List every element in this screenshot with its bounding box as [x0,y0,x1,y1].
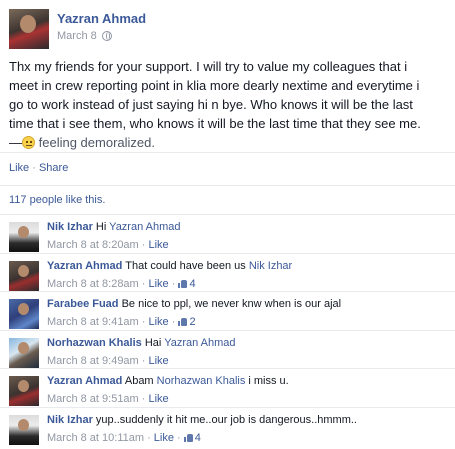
comment-like-button[interactable]: Like [149,278,169,290]
commenter-avatar[interactable] [9,376,39,407]
thumbs-up-icon [178,317,188,327]
comment-like-button[interactable]: Like [149,239,169,251]
comment-like-count[interactable]: 4 [183,431,201,444]
comment-text: yup..suddenly it hit me..our job is dang… [95,413,357,426]
meta-separator: · [168,277,179,290]
comment-text: Hi [95,221,107,233]
commenter-name[interactable]: Yazran Ahmad [47,375,122,387]
comment-timestamp[interactable]: March 8 at 10:11am [47,432,144,444]
comment-text: That could have been us [125,259,246,272]
likes-summary-link[interactable]: 117 people like this. [9,194,105,206]
post-date[interactable]: March 8 [57,30,97,42]
feeling-line: — feeling demoralized. [9,133,449,152]
globe-icon[interactable] [101,31,112,41]
comment-timestamp[interactable]: March 8 at 9:51am [47,393,139,405]
thumbs-up-icon [178,279,188,288]
comment-item: Nik Izhar yup..suddenly it hit me..our j… [0,406,455,446]
comment-like-count[interactable]: 2 [178,316,196,329]
comment-mention[interactable]: Nik Izhar [249,260,292,272]
like-button[interactable]: Like [9,162,29,174]
like-count-value: 4 [194,431,201,444]
comment-mention[interactable]: Norhazwan Khalis [157,375,246,387]
comment-item: Norhazwan Khalis Hai Yazran Ahmad March … [0,329,455,369]
commenter-name[interactable]: Nik Izhar [47,221,93,233]
comment-meta: March 8 at 9:51am · Like [47,392,447,406]
post-author-name[interactable]: Yazran Ahmad [57,11,146,26]
comment-body: Farabee Fuad Be nice to ppl, we never kn… [47,297,447,329]
action-separator: · [29,162,39,174]
post-text-line: go to work instead of just saying hi n b… [9,97,413,112]
meta-separator: · [138,354,149,367]
meta-separator: · [144,431,154,444]
comment-body: Yazran Ahmad Abam Norhazwan Khalis i mis… [47,374,447,406]
comment-item: Nik Izhar Hi Yazran Ahmad March 8 at 8:2… [0,214,455,253]
comment-like-button[interactable]: Like [149,316,169,328]
comment-item: Yazran Ahmad Abam Norhazwan Khalis i mis… [0,368,455,407]
share-button[interactable]: Share [39,162,68,174]
post-text-line: Thx my friends for your support. I will … [9,59,408,74]
commenter-avatar[interactable] [9,260,39,291]
post-text-line: meet in crew reporting point in klia mor… [9,78,420,93]
comment-meta: March 8 at 8:20am · Like [47,238,447,252]
comment-timestamp[interactable]: March 8 at 9:49am [47,355,139,367]
meta-separator: · [138,277,149,290]
author-avatar[interactable] [9,9,49,49]
comment-like-button[interactable]: Like [149,355,169,367]
like-count-value: 4 [189,277,196,290]
meta-separator: · [138,239,149,251]
like-count-value: 2 [189,316,196,329]
post-text-line: time that i see them, who knows it will … [9,116,421,131]
thumbs-up-icon [183,433,193,442]
comment-text: Be nice to ppl, we never knw when is our… [121,298,342,311]
comment-timestamp[interactable]: March 8 at 8:20am [47,239,139,251]
comment-body: Yazran Ahmad That could have been us Nik… [47,259,447,291]
likes-summary-bar: 117 people like this. [0,185,455,215]
commenter-name[interactable]: Yazran Ahmad [47,260,122,272]
commenter-name[interactable]: Norhazwan Khalis [47,337,142,349]
comment-timestamp[interactable]: March 8 at 9:41am [47,316,139,328]
comment-item: Farabee Fuad Be nice to ppl, we never kn… [0,291,455,330]
comment-body: Nik Izhar yup..suddenly it hit me..our j… [47,413,447,445]
comment-meta: March 8 at 8:28am · Like · 4 [47,277,447,291]
post-actions-bar: Like · Share [0,152,455,182]
post-text: Thx my friends for your support. I will … [9,57,449,152]
commenter-name[interactable]: Nik Izhar [47,414,93,426]
comment-text: Abam [124,375,154,388]
comment-mention[interactable]: Yazran Ahmad [164,337,235,349]
comment-text-after: i miss u. [248,375,289,388]
commenter-avatar[interactable] [9,299,39,330]
meta-separator: · [138,316,149,329]
commenter-avatar[interactable] [9,414,39,445]
sad-emoji-icon [22,136,35,149]
comment-body: Norhazwan Khalis Hai Yazran Ahmad March … [47,336,447,368]
comment-item: Yazran Ahmad That could have been us Nik… [0,252,455,292]
comment-mention[interactable]: Yazran Ahmad [109,221,180,233]
comment-meta: March 8 at 10:11am · Like · 4 [47,431,447,445]
comment-meta: March 8 at 9:41am · Like · 2 [47,315,447,329]
meta-separator: · [173,431,184,444]
comments-list: Nik Izhar Hi Yazran Ahmad March 8 at 8:2… [0,214,455,446]
comment-timestamp[interactable]: March 8 at 8:28am [47,278,139,290]
comment-like-count[interactable]: 4 [178,277,196,290]
commenter-name[interactable]: Farabee Fuad [47,298,119,310]
commenter-avatar[interactable] [9,337,39,368]
comment-meta: March 8 at 9:49am · Like [47,354,447,368]
post-meta: March 8 [57,30,112,42]
comment-text: Hai [144,336,162,349]
comment-body: Nik Izhar Hi Yazran Ahmad March 8 at 8:2… [47,220,447,252]
feeling-text: feeling demoralized. [38,135,155,150]
meta-separator: · [138,393,149,406]
comment-like-button[interactable]: Like [154,432,174,444]
feeling-dash: — [9,135,22,150]
comment-like-button[interactable]: Like [149,393,169,405]
commenter-avatar[interactable] [9,222,39,252]
meta-separator: · [168,316,179,329]
